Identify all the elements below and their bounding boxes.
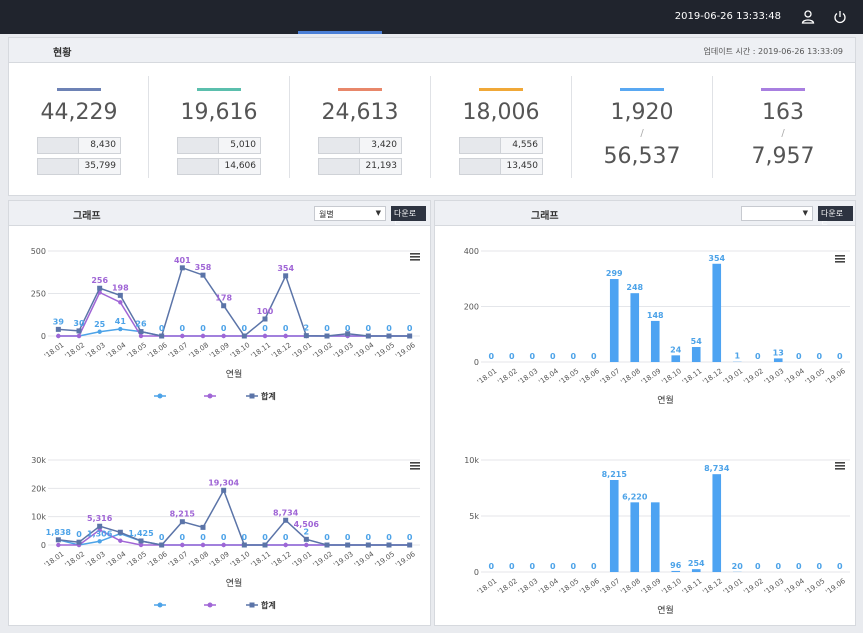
stat-main-value: 18,006 — [462, 100, 540, 125]
stat-sub-value: 14,606 — [224, 161, 257, 171]
stat-card: 163 / 7,957 — [713, 60, 853, 180]
left-download-button[interactable]: 다운로드 — [391, 206, 426, 229]
stat-main-value: 19,616 — [180, 100, 258, 125]
user-icon[interactable] — [800, 9, 816, 25]
stat-card: 1,920 / 56,537 — [572, 60, 712, 180]
right-select[interactable]: ▼ — [741, 206, 813, 221]
active-nav-indicator — [298, 31, 382, 34]
chevron-down-icon: ▼ — [375, 209, 381, 217]
stat-color-bar — [57, 88, 101, 91]
stat-separator — [430, 76, 431, 178]
stat-main-value: 163 — [762, 100, 804, 125]
stat-color-bar — [479, 88, 523, 91]
stat-sub-value: 3,420 — [371, 140, 397, 150]
stat-card: 44,229 8,430 35,799 — [9, 60, 149, 180]
stat-main-value: 44,229 — [40, 100, 118, 125]
stat-second-value: 7,957 — [751, 144, 815, 169]
stat-sub-value: 8,430 — [90, 140, 116, 150]
right-download-button[interactable]: 다운로드 — [818, 206, 853, 229]
left-graph-header: 그래프 월별 ▼ 다운로드 — [9, 201, 430, 229]
stat-sub-label — [460, 159, 501, 174]
right-graph-header: 그래프 ▼ 다운로드 — [435, 201, 855, 229]
status-title: 현황 — [53, 48, 72, 59]
stat-sub-value: 21,193 — [365, 161, 398, 171]
stat-sub-box: 5,010 — [177, 137, 261, 154]
stat-sub-box: 4,556 — [459, 137, 543, 154]
stat-sub-box: 3,420 — [318, 137, 402, 154]
stat-sub-label — [38, 138, 79, 153]
period-select[interactable]: 월별 ▼ — [314, 206, 386, 221]
right-graph-title: 그래프 — [531, 211, 559, 222]
chevron-down-icon: ▼ — [802, 209, 808, 217]
stat-card: 19,616 5,010 14,606 — [149, 60, 289, 180]
stat-sub-label — [460, 138, 501, 153]
stat-color-bar — [761, 88, 805, 91]
stat-main-value: 24,613 — [321, 100, 399, 125]
stat-card: 18,006 4,556 13,450 — [431, 60, 571, 180]
update-time: 업데이트 시간 : 2019-06-26 13:33:09 — [703, 47, 843, 56]
stat-sub-value: 35,799 — [84, 161, 117, 171]
stat-card: 24,613 3,420 21,193 — [290, 60, 430, 180]
stat-main-value: 1,920 — [610, 100, 674, 125]
stat-sub-label — [319, 138, 360, 153]
top-bar: 2019-06-26 13:33:48 — [0, 0, 863, 34]
stat-sub-value: 5,010 — [230, 140, 256, 150]
stat-sub-box: 13,450 — [459, 158, 543, 175]
stat-sub-label — [178, 159, 219, 174]
stat-sub-label — [319, 159, 360, 174]
stat-divider: / — [640, 128, 644, 139]
stat-second-value: 56,537 — [603, 144, 681, 169]
stat-sub-value: 4,556 — [512, 140, 538, 150]
stat-sub-box: 14,606 — [177, 158, 261, 175]
left-graph-panel: 그래프 월별 ▼ 다운로드 — [8, 200, 431, 626]
stat-sub-label — [38, 159, 79, 174]
stat-sub-value: 13,450 — [506, 161, 539, 171]
power-icon[interactable] — [832, 9, 848, 25]
stat-divider: / — [781, 128, 785, 139]
stat-color-bar — [620, 88, 664, 91]
stat-sub-label — [178, 138, 219, 153]
header-datetime: 2019-06-26 13:33:48 — [674, 11, 781, 22]
stat-separator — [289, 76, 290, 178]
left-graph-title: 그래프 — [73, 211, 101, 222]
stat-separator — [571, 76, 572, 178]
stat-sub-box: 21,193 — [318, 158, 402, 175]
stat-separator — [148, 76, 149, 178]
stat-separator — [712, 76, 713, 178]
stat-sub-box: 8,430 — [37, 137, 121, 154]
period-select-value: 월별 — [319, 210, 334, 219]
stat-sub-box: 35,799 — [37, 158, 121, 175]
stat-color-bar — [338, 88, 382, 91]
stat-color-bar — [197, 88, 241, 91]
right-graph-panel: 그래프 ▼ 다운로드 — [434, 200, 856, 626]
